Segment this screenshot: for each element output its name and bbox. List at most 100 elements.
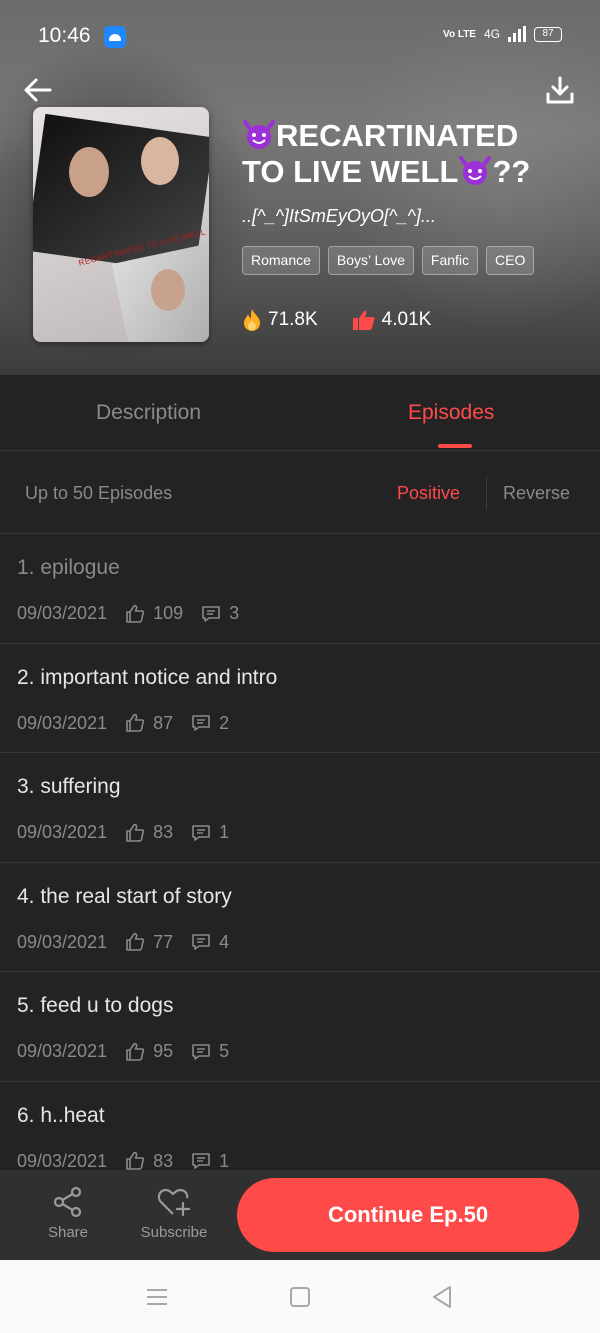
download-button[interactable] [542, 72, 578, 108]
episode-comments-count: 4 [219, 931, 230, 952]
bottom-action-bar: Share Subscribe Continue Ep.50 [0, 1170, 600, 1260]
episode-list-item[interactable]: 3. suffering 09/03/2021 83 1 [0, 753, 600, 863]
thumbs-up-outline-icon [126, 714, 145, 732]
episode-title: 4. the real start of story [17, 884, 232, 908]
episode-list-item[interactable]: 4. the real start of story 09/03/2021 77… [0, 863, 600, 973]
episode-date: 09/03/2021 [17, 603, 108, 623]
episode-count-label: Up to 50 Episodes [25, 483, 173, 503]
status-bar: 10:46 Vo LTE 4G 87 [0, 0, 600, 72]
back-button[interactable] [20, 72, 56, 108]
episode-likes: 77 [125, 932, 173, 953]
likes-stat: 4.01K [352, 309, 431, 331]
thumbs-up-icon [352, 310, 375, 330]
signal-icon [508, 26, 526, 42]
episode-date: 09/03/2021 [17, 931, 108, 952]
book-title-line1: RECARTINATED [276, 118, 519, 153]
comment-icon [192, 934, 210, 951]
episode-title: 1. epilogue [17, 556, 120, 579]
thumbs-up-outline-icon [126, 823, 145, 842]
volte-indicator: Vo LTE [443, 28, 476, 40]
episode-list-item[interactable]: 2. important notice and intro 09/03/2021… [0, 644, 600, 754]
thumbs-up-outline-icon [126, 1152, 145, 1170]
episode-meta: 09/03/2021 87 2 [17, 713, 247, 734]
book-cover[interactable]: RECARTINATED TO LIVE WELL [33, 107, 209, 342]
thumbs-up-outline-icon [126, 604, 145, 623]
comment-icon [192, 824, 210, 841]
episode-comments-count: 2 [219, 712, 230, 733]
tag-fanfic[interactable]: Fanfic [421, 246, 479, 275]
tab-episodes[interactable]: Episodes [408, 401, 494, 425]
episode-likes: 83 [125, 822, 173, 843]
episode-likes-count: 109 [153, 603, 184, 623]
cover-figure [69, 147, 109, 197]
battery-icon: 87 [534, 26, 562, 42]
thumbs-up-outline-icon [126, 933, 145, 952]
comment-icon [192, 1044, 210, 1060]
episode-likes: 109 [125, 603, 183, 624]
cover-figure [141, 137, 179, 185]
episode-comments-count: 3 [229, 603, 240, 623]
back-triangle-icon[interactable] [429, 1284, 455, 1310]
active-tab-indicator [438, 444, 472, 448]
sort-divider [486, 476, 487, 510]
episode-meta: 09/03/2021 77 4 [17, 932, 247, 953]
episode-list-item[interactable]: 6. h..heat 09/03/2021 83 1 [0, 1082, 600, 1170]
fire-icon [244, 309, 260, 331]
thumbs-up-outline-icon [126, 1042, 145, 1061]
episode-likes-count: 77 [153, 931, 174, 952]
episode-list-item[interactable]: 1. epilogue 09/03/2021 109 3 [0, 534, 600, 644]
android-notification-icon [104, 26, 126, 48]
share-icon [53, 1186, 82, 1218]
episode-date: 09/03/2021 [17, 822, 108, 843]
episode-likes: 83 [125, 1151, 173, 1170]
episode-likes-count: 87 [153, 712, 174, 733]
views-stat: 71.8K [242, 308, 318, 332]
cover-figure [151, 269, 185, 311]
author-name[interactable]: ..[^_^]ItSmEyOyO[^_^]... [242, 206, 436, 227]
home-icon[interactable] [287, 1284, 313, 1310]
episode-comments: 1 [191, 1151, 229, 1170]
episode-likes-count: 83 [153, 1150, 174, 1170]
episode-comments-count: 1 [219, 822, 230, 843]
tag-ceo[interactable]: CEO [486, 246, 535, 275]
episode-meta: 09/03/2021 83 1 [17, 1151, 247, 1170]
episode-title: 3. suffering [17, 775, 121, 799]
share-label: Share [47, 1224, 89, 1241]
heart-plus-icon [157, 1188, 191, 1217]
system-indicators: Vo LTE 4G 87 [443, 26, 562, 42]
smiling-devil-emoji-icon [243, 120, 275, 149]
sort-positive-button[interactable]: Positive [397, 483, 460, 504]
book-title: RECARTINATED TO LIVE WELL?? [242, 118, 572, 190]
book-stats: 71.8K 4.01K [242, 308, 431, 332]
episode-likes-count: 83 [153, 822, 174, 843]
episode-title: 5. feed u to dogs [17, 994, 174, 1018]
tag-list: Romance Boys’ Love Fanfic CEO [242, 246, 535, 275]
back-arrow-icon [24, 78, 52, 102]
network-type: 4G [483, 27, 500, 41]
menu-icon[interactable] [144, 1284, 170, 1310]
tag-romance[interactable]: Romance [242, 246, 320, 275]
status-time: 10:46 [38, 24, 91, 47]
tag-boys-love[interactable]: Boys’ Love [327, 246, 414, 275]
book-title-line2: TO LIVE WELL [242, 154, 459, 189]
episode-date: 09/03/2021 [17, 712, 108, 733]
download-icon [546, 76, 574, 104]
share-button[interactable]: Share [42, 1186, 94, 1241]
comment-icon [192, 715, 210, 731]
subscribe-button[interactable]: Subscribe [134, 1186, 214, 1241]
episode-comments-count: 5 [219, 1041, 230, 1062]
sort-reverse-button[interactable]: Reverse [503, 483, 570, 504]
views-count: 71.8K [268, 309, 318, 330]
smiling-devil-emoji-icon [459, 156, 492, 185]
episode-comments: 4 [191, 932, 229, 953]
episode-comments: 3 [201, 603, 239, 624]
comment-icon [192, 1153, 210, 1170]
episode-comments: 1 [191, 822, 229, 843]
continue-reading-button[interactable]: Continue Ep.50 [237, 1178, 579, 1252]
episode-list-item[interactable]: 5. feed u to dogs 09/03/2021 95 5 [0, 972, 600, 1082]
tab-description[interactable]: Description [96, 401, 201, 425]
episode-sort-bar: Up to 50 Episodes Positive Reverse [0, 452, 600, 534]
system-nav-bar [0, 1260, 600, 1333]
episode-comments-count: 1 [219, 1150, 230, 1170]
book-detail-screen: 10:46 Vo LTE 4G 87 RECARTINATED TO LIVE … [0, 0, 600, 1333]
